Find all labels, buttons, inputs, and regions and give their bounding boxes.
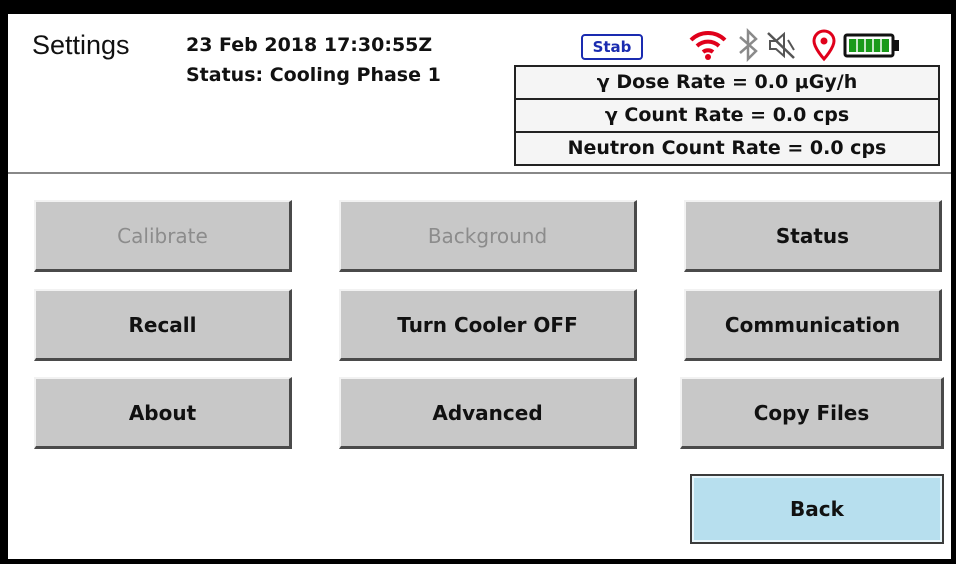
datetime-label: 23 Feb 2018 17:30:55Z (186, 34, 433, 56)
advanced-button[interactable]: Advanced (339, 377, 637, 449)
calibrate-button[interactable]: Calibrate (34, 200, 292, 272)
stab-badge: Stab (581, 34, 643, 60)
recall-button[interactable]: Recall (34, 289, 292, 361)
back-button[interactable]: Back (690, 474, 944, 544)
background-button[interactable]: Background (339, 200, 637, 272)
page-title: Settings (32, 30, 130, 60)
status-label: Status: Cooling Phase 1 (186, 64, 441, 86)
wifi-icon (689, 30, 727, 60)
muted-speaker-icon (767, 31, 795, 59)
copy-files-button[interactable]: Copy Files (680, 377, 944, 449)
gamma-dose-rate-readout: γ Dose Rate = 0.0 μGy/h (514, 65, 940, 100)
header-divider (8, 172, 951, 174)
gamma-count-rate-readout: γ Count Rate = 0.0 cps (514, 98, 940, 133)
status-button[interactable]: Status (684, 200, 942, 272)
location-pin-icon (812, 29, 836, 62)
communication-button[interactable]: Communication (684, 289, 942, 361)
neutron-count-rate-readout: Neutron Count Rate = 0.0 cps (514, 131, 940, 166)
about-button[interactable]: About (34, 377, 292, 449)
turn-cooler-off-button[interactable]: Turn Cooler OFF (339, 289, 637, 361)
readout-panel: γ Dose Rate = 0.0 μGy/h γ Count Rate = 0… (514, 65, 940, 166)
battery-icon (843, 33, 899, 58)
